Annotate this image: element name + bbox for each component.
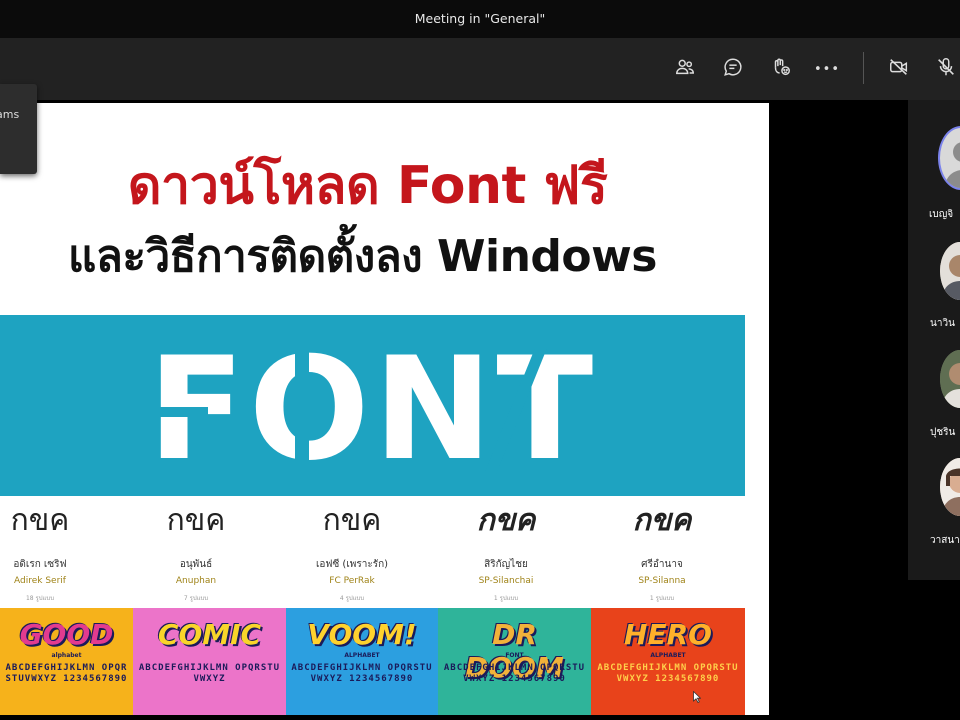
camera-off-icon [888, 56, 910, 82]
shared-slide: ดาวน์โหลด Font ฟรี และวิธีการติดตั้งลง W… [0, 103, 769, 715]
banner-stencil-cut [295, 345, 309, 475]
sample-thai-name: สิริกัญไชย [484, 559, 528, 570]
font-sample[interactable]: กขค ศรีอำนาจ SP-Silanna 1 รูปแบบ [587, 501, 737, 603]
sample-thai-name: ศรีอำนาจ [641, 559, 683, 570]
tile-subtitle: FONT [505, 652, 524, 659]
tile-subtitle: alphabet [51, 652, 82, 659]
slide-heading-black: และวิธีการติดตั้งลง Windows [68, 231, 657, 282]
participant-name: นาวิน [930, 318, 955, 329]
more-icon: ••• [813, 61, 840, 77]
tile-alphabet: ABCDEFGHIJKLMN OPQRSTUVWXYZ 1234567890 [291, 663, 433, 684]
font-sample[interactable]: กขค เอฟซี (เพราะรัก) FC PerRak 4 รูปแบบ [277, 501, 427, 603]
participant-avatar[interactable] [938, 126, 960, 190]
sample-font-name: SP-Silanna [638, 576, 686, 586]
sample-font-name: FC PerRak [329, 576, 375, 586]
participants-panel: เบญจิ นาวิน ปุชริน วาสนา [908, 100, 960, 580]
reactions-icon [770, 56, 792, 82]
tile-subtitle: ALPHABET [650, 652, 686, 659]
participant-name: วาสนา [930, 535, 960, 546]
sample-thai-name: เอฟซี (เพราะรัก) [315, 559, 389, 570]
font-sample[interactable]: กขค สิริกัญไชย SP-Silanchai 1 รูปแบบ [431, 501, 581, 603]
banner-stencil-cut [128, 407, 208, 417]
sample-glyph: กขค [10, 503, 70, 538]
mouse-cursor-icon [693, 691, 701, 703]
banner-word: FONT [147, 327, 598, 492]
tile-alphabet: ABCDEFGHIJKLMN OPQRSTUVWXYZ [138, 663, 281, 684]
sample-style-count: 18 รูปแบบ [25, 595, 55, 602]
sample-glyph: กขค [166, 503, 226, 538]
sample-font-name: Anuphan [175, 576, 217, 586]
participant-avatar[interactable] [940, 458, 960, 516]
font-tiles-row: GOOD alphabet ABCDEFGHIJKLMN OPQRSTUVWXY… [0, 608, 745, 715]
participants-button[interactable] [670, 54, 700, 84]
sample-font-name: SP-Silanchai [478, 576, 534, 586]
participant-name: ปุชริน [930, 427, 956, 438]
sample-style-count: 1 รูปแบบ [493, 595, 519, 602]
person-photo-icon [940, 458, 960, 516]
sample-thai-name: อนุพันธ์ [179, 559, 213, 570]
tile-alphabet: ABCDEFGHIJKLMN OPQRSTUVWXYZ 1234567890 [597, 663, 739, 684]
tile-title: VOOM! [307, 618, 417, 651]
font-samples-row: กขค อดิเรก เซริฟ Adirek Serif 18 รูปแบบ … [0, 501, 745, 607]
sample-glyph: กขค [632, 503, 692, 538]
font-sample[interactable]: กขค อดิเรก เซริฟ Adirek Serif 18 รูปแบบ [0, 501, 115, 603]
sample-glyph: กขค [476, 503, 536, 538]
tile-title: GOOD [19, 618, 114, 651]
mic-off-icon [935, 56, 957, 82]
person-photo-icon [940, 350, 960, 408]
popup-text: ams [0, 108, 20, 121]
mic-toggle-button[interactable] [931, 54, 960, 84]
tile-title: HERO [624, 618, 712, 651]
notification-popup[interactable]: ams [0, 84, 37, 174]
sample-style-count: 1 รูปแบบ [649, 595, 675, 602]
more-options-button[interactable]: ••• [812, 54, 842, 84]
tile-subtitle: ALPHABET [344, 652, 380, 659]
font-tile[interactable]: COMIC ABCDEFGHIJKLMN OPQRSTUVWXYZ [133, 608, 286, 715]
participants-icon [674, 56, 696, 82]
title-bar: Meeting in "General" [0, 0, 960, 38]
participant-avatar[interactable] [940, 350, 960, 408]
tile-alphabet: ABCDEFGHIJKLMN OPQRSTUVWXYZ 1234567890 [5, 663, 128, 684]
sample-font-name: Adirek Serif [14, 576, 66, 586]
tile-alphabet: ABCDEFGHIJKLMN OPQRSTUVWXYZ 1234567890 [443, 663, 586, 684]
chat-button[interactable] [718, 54, 748, 84]
camera-toggle-button[interactable] [884, 54, 914, 84]
sample-style-count: 4 รูปแบบ [339, 595, 365, 602]
font-tile[interactable]: DR DOOM FONT ABCDEFGHIJKLMN OPQRSTUVWXYZ… [438, 608, 591, 715]
reactions-button[interactable] [766, 54, 796, 84]
person-silhouette-icon [944, 142, 960, 188]
toolbar-divider [863, 52, 864, 84]
slide-heading-red: ดาวน์โหลด Font ฟรี [127, 156, 608, 216]
tile-title: COMIC [157, 618, 262, 651]
font-sample[interactable]: กขค อนุพันธ์ Anuphan 7 รูปแบบ [121, 501, 271, 603]
chat-icon [722, 56, 744, 82]
font-tile[interactable]: HERO ALPHABET ABCDEFGHIJKLMN OPQRSTUVWXY… [591, 608, 745, 715]
meeting-toolbar: ••• [0, 38, 960, 100]
participant-name: เบญจิ [929, 209, 954, 220]
sample-style-count: 7 รูปแบบ [183, 595, 209, 602]
font-banner: FONT [0, 315, 745, 496]
participant-avatar[interactable] [940, 242, 960, 300]
sample-thai-name: อดิเรก เซริฟ [13, 559, 67, 570]
font-tile[interactable]: GOOD alphabet ABCDEFGHIJKLMN OPQRSTUVWXY… [0, 608, 133, 715]
sample-glyph: กขค [322, 503, 382, 538]
meeting-title: Meeting in "General" [414, 11, 546, 26]
font-tile[interactable]: VOOM! ALPHABET ABCDEFGHIJKLMN OPQRSTUVWX… [286, 608, 438, 715]
person-photo-icon [940, 242, 960, 300]
